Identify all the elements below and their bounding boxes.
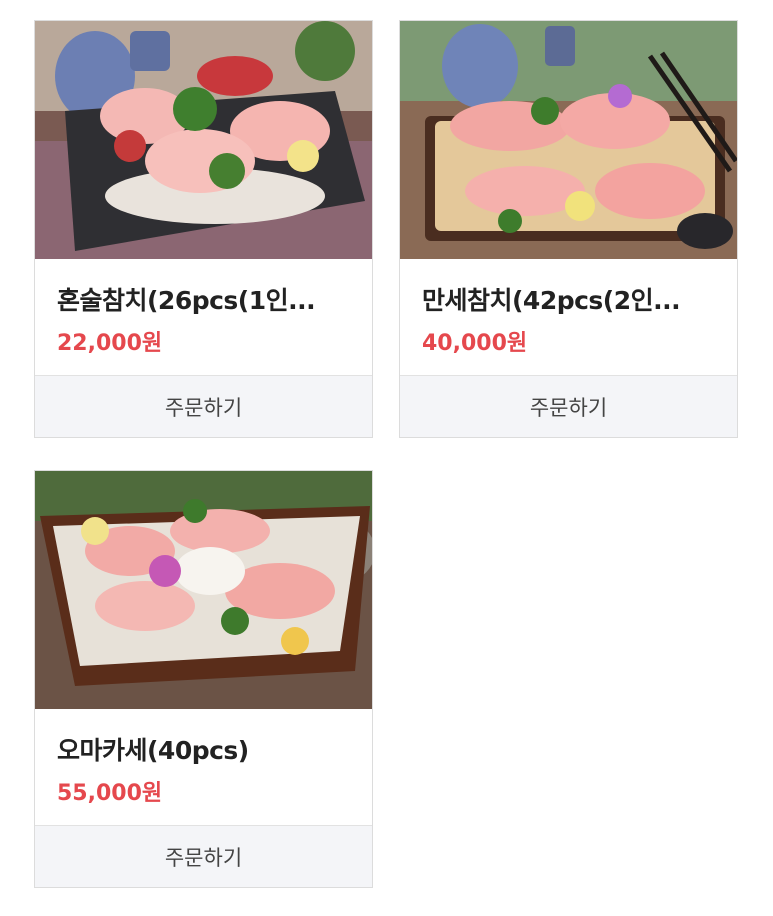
product-name[interactable]: 혼술참치(26pcs(1인... — [57, 281, 357, 317]
product-card[interactable]: 오마카세(40pcs) 55,000원 주문하기 — [34, 470, 373, 888]
product-info: 만세참치(42pcs(2인... 40,000원 — [400, 259, 737, 375]
product-image[interactable] — [400, 21, 737, 259]
product-name[interactable]: 오마카세(40pcs) — [57, 731, 357, 767]
product-grid: 혼술참치(26pcs(1인... 22,000원 주문하기 만세참치(42pcs… — [0, 0, 773, 916]
product-info: 혼술참치(26pcs(1인... 22,000원 — [35, 259, 372, 375]
product-price: 22,000원 — [57, 331, 163, 356]
product-price: 40,000원 — [422, 331, 528, 356]
order-button[interactable]: 주문하기 — [35, 375, 372, 437]
product-image[interactable] — [35, 471, 372, 709]
order-button[interactable]: 주문하기 — [400, 375, 737, 437]
product-image[interactable] — [35, 21, 372, 259]
product-name[interactable]: 만세참치(42pcs(2인... — [422, 281, 722, 317]
order-button[interactable]: 주문하기 — [35, 825, 372, 887]
product-card[interactable]: 만세참치(42pcs(2인... 40,000원 주문하기 — [399, 20, 738, 438]
product-card[interactable]: 혼술참치(26pcs(1인... 22,000원 주문하기 — [34, 20, 373, 438]
product-price: 55,000원 — [57, 781, 163, 806]
product-info: 오마카세(40pcs) 55,000원 — [35, 709, 372, 825]
